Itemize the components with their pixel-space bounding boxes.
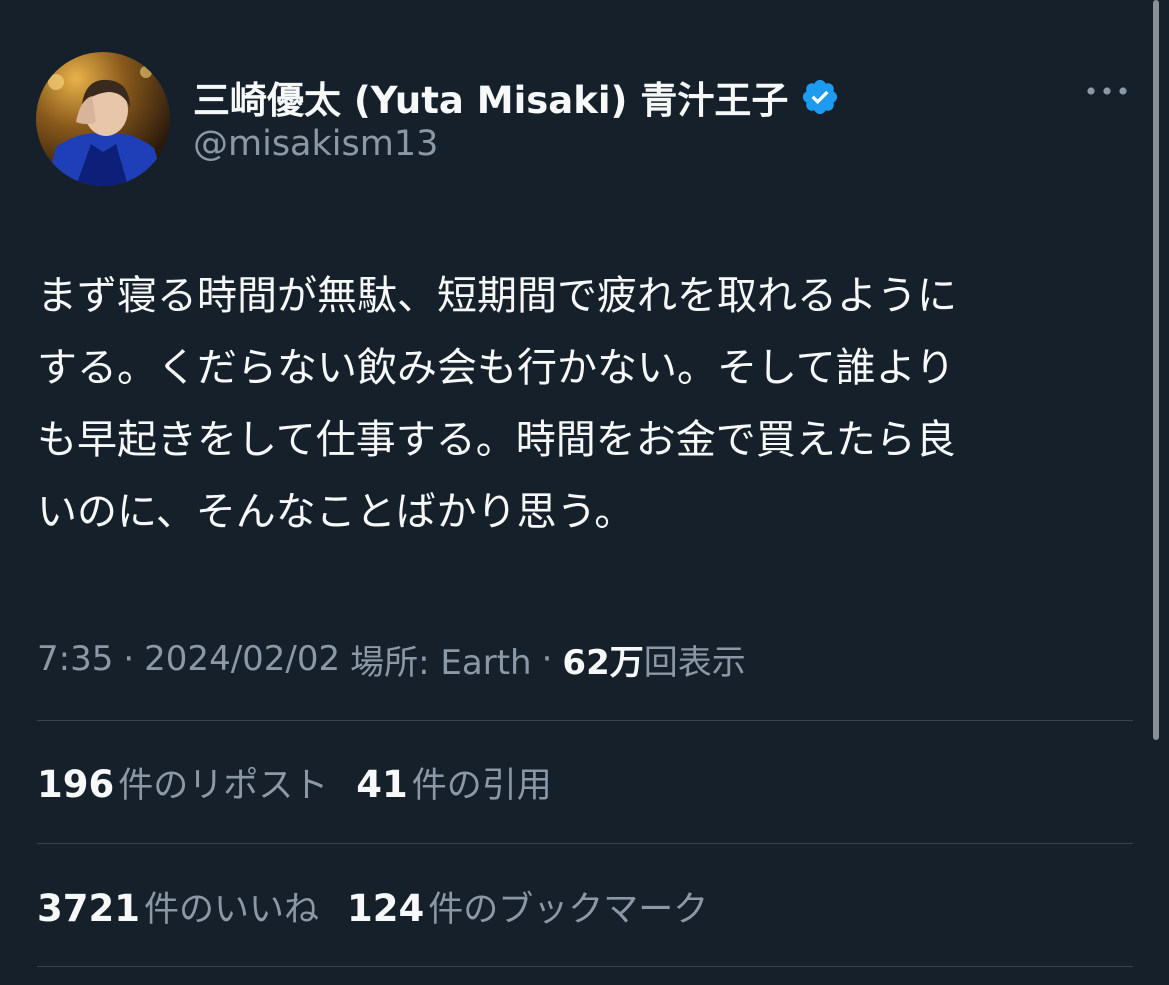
tweet-meta: 7:35 · 2024/02/02 場所: Earth · 62万 回表示 (37, 634, 746, 684)
meta-separator: · (123, 639, 135, 679)
stats-row-likes: 3721 件のいいね 124 件のブックマーク (37, 881, 708, 931)
quotes-count: 41 (356, 762, 408, 806)
views-count: 62万 (562, 642, 644, 683)
avatar-image (36, 52, 170, 186)
views-label: 回表示 (643, 642, 746, 683)
reposts-label: 件のリポスト (118, 765, 329, 806)
tweet-text-line: まず寝る時間が無駄、短期間で疲れを取れるように (37, 273, 957, 319)
tweet-time[interactable]: 7:35 (37, 639, 113, 679)
quotes-stat[interactable]: 41 件の引用 (356, 757, 552, 808)
tweet-text-line: する。くだらない飲み会も行かない。そして誰より (37, 345, 955, 391)
avatar[interactable] (36, 52, 170, 186)
reposts-stat[interactable]: 196 件のリポスト (37, 757, 328, 808)
author-handle[interactable]: @misakism13 (193, 124, 438, 164)
tweet-date[interactable]: 2024/02/02 (144, 639, 340, 679)
likes-count: 3721 (37, 886, 140, 930)
divider (37, 843, 1133, 844)
bookmarks-stat[interactable]: 124 件のブックマーク (347, 881, 708, 932)
stats-row-reposts: 196 件のリポスト 41 件の引用 (37, 757, 552, 807)
more-horizontal-icon[interactable] (1081, 76, 1133, 106)
author-name-row: 三崎優太 (Yuta Misaki) 青汁王子 (193, 72, 840, 122)
bookmarks-count: 124 (347, 886, 425, 930)
meta-separator: · (541, 639, 553, 679)
divider (37, 966, 1133, 967)
tweet-location: 場所: Earth (350, 642, 532, 683)
likes-stat[interactable]: 3721 件のいいね (37, 881, 319, 932)
divider (37, 720, 1133, 721)
reposts-count: 196 (37, 762, 115, 806)
bookmarks-label: 件のブックマーク (428, 889, 709, 930)
verified-badge-icon[interactable] (800, 77, 840, 117)
tweet-text-line: も早起きをして仕事する。時間をお金で買えたら良 (37, 417, 956, 463)
likes-label: 件のいいね (143, 889, 319, 930)
quotes-label: 件の引用 (411, 765, 552, 806)
tweet-text: まず寝る時間が無駄、短期間で疲れを取れるように する。くだらない飲み会も行かない… (37, 260, 1147, 548)
tweet-text-line: いのに、そんなことばかり思う。 (37, 489, 635, 535)
author-display-name[interactable]: 三崎優太 (Yuta Misaki) 青汁王子 (193, 70, 788, 124)
scrollbar[interactable] (1153, 0, 1159, 740)
